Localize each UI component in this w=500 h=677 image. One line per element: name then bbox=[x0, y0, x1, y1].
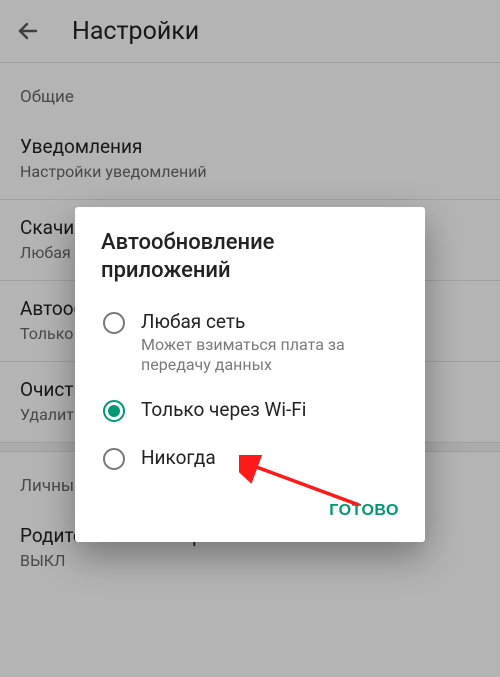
radio-icon bbox=[103, 448, 125, 470]
dialog-title: Автообновление приложений bbox=[75, 207, 425, 298]
done-button[interactable]: ГОТОВО bbox=[319, 494, 409, 528]
radio-icon bbox=[103, 400, 125, 422]
option-wifi-only[interactable]: Только через Wi-Fi bbox=[75, 386, 425, 434]
option-sub: Может взиматься плата за передачу данных bbox=[141, 335, 403, 374]
option-any-network[interactable]: Любая сеть Может взиматься плата за пере… bbox=[75, 298, 425, 386]
option-never[interactable]: Никогда bbox=[75, 434, 425, 482]
autoupdate-dialog: Автообновление приложений Любая сеть Мож… bbox=[75, 207, 425, 542]
option-label: Никогда bbox=[141, 446, 403, 469]
option-label: Любая сеть bbox=[141, 310, 403, 333]
radio-icon bbox=[103, 312, 125, 334]
option-label: Только через Wi-Fi bbox=[141, 398, 403, 421]
